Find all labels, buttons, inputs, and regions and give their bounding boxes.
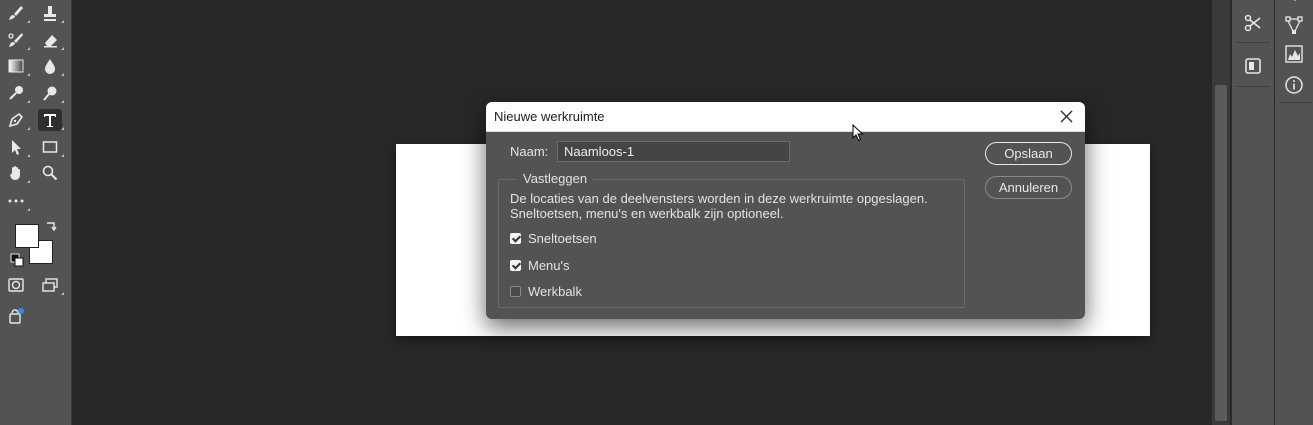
eraser-icon[interactable]: [38, 29, 64, 51]
tools-icon[interactable]: [1242, 12, 1264, 34]
foreground-color-swatch[interactable]: [15, 224, 39, 248]
panel-divider: [1236, 86, 1270, 87]
brush-icon[interactable]: [4, 2, 30, 24]
generative-icon[interactable]: [4, 305, 28, 327]
toolbar-label[interactable]: Werkbalk: [528, 284, 582, 299]
path-icon[interactable]: [1283, 14, 1305, 36]
swap-colors-icon[interactable]: [43, 219, 59, 235]
keyboard-shortcuts-checkbox[interactable]: [510, 233, 521, 244]
save-button[interactable]: Opslaan: [985, 142, 1072, 165]
more-icon[interactable]: [4, 190, 30, 212]
dialog-title: Nieuwe werkruimte: [494, 109, 605, 124]
type-icon[interactable]: [38, 109, 64, 131]
info-icon[interactable]: [1283, 74, 1305, 96]
chevron-down-icon[interactable]: [1284, 0, 1306, 6]
scrollbar-thumb[interactable]: [1215, 85, 1227, 421]
hand-icon[interactable]: [4, 162, 30, 184]
keyboard-shortcuts-label[interactable]: Sneltoetsen: [528, 231, 597, 246]
capture-group-title: Vastleggen: [517, 171, 594, 186]
quick-mask-icon[interactable]: [4, 274, 28, 296]
zoom-icon[interactable]: [38, 162, 62, 184]
dialog-title-bar[interactable]: Nieuwe werkruimte: [486, 102, 1085, 132]
panel-dock-column: [1274, 0, 1313, 425]
pen-icon[interactable]: [4, 109, 30, 131]
cancel-button[interactable]: Annuleren: [985, 176, 1072, 199]
library-icon[interactable]: [1242, 55, 1264, 77]
panel-dock-column: [1231, 0, 1274, 425]
new-workspace-dialog: Nieuwe werkruimte Naam: Vastleggen De lo…: [486, 102, 1085, 319]
tools-panel: [0, 0, 72, 425]
toolbar-checkbox[interactable]: [510, 286, 521, 297]
menus-label[interactable]: Menu's: [528, 258, 570, 273]
rectangle-icon[interactable]: [38, 136, 64, 158]
screen-mode-icon[interactable]: [38, 274, 64, 296]
path-selection-icon[interactable]: [4, 136, 30, 158]
menus-checkbox[interactable]: [510, 260, 521, 271]
burn-icon[interactable]: [38, 82, 64, 104]
name-input[interactable]: [557, 141, 790, 162]
name-label: Naam:: [510, 144, 549, 159]
mouse-cursor-icon: [852, 124, 864, 142]
default-colors-icon[interactable]: [10, 253, 24, 267]
capture-description: De locaties van de deelvensters worden i…: [510, 191, 928, 221]
gradient-icon[interactable]: [4, 55, 30, 77]
close-icon[interactable]: [1057, 107, 1075, 125]
history-brush-icon[interactable]: [4, 29, 30, 51]
dodge-icon[interactable]: [4, 82, 30, 104]
histogram-icon[interactable]: [1283, 43, 1305, 65]
panel-divider: [1236, 42, 1270, 43]
panel-divider: [1279, 102, 1311, 103]
blur-icon[interactable]: [38, 55, 64, 77]
stamp-icon[interactable]: [38, 2, 64, 24]
